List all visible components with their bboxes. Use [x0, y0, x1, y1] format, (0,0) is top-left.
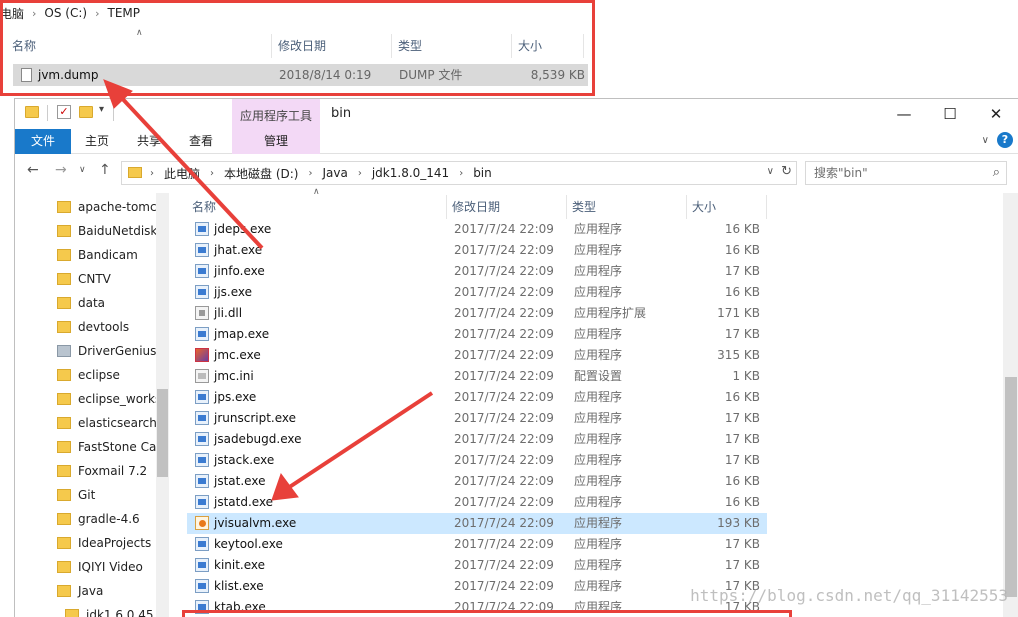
annotation-arrowhead-down — [271, 472, 299, 501]
annotation-arrow-down — [286, 391, 434, 490]
watermark: https://blog.csdn.net/qq_31142553 — [690, 586, 1008, 605]
annotation-arrow-up — [116, 92, 264, 250]
annotation-arrows — [103, 79, 434, 501]
